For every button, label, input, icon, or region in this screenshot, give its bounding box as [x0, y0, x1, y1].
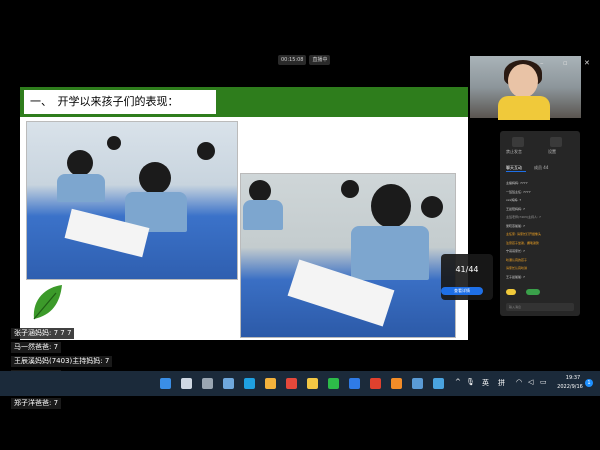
chat-message: 主班老师(7403)主持人: 7 — [506, 215, 541, 219]
chat-message: 主播妈妈: 7777 — [506, 181, 528, 185]
mute-all-icon[interactable] — [512, 137, 524, 147]
participant-name-item: 马一然爸爸: 7 — [11, 342, 62, 353]
chat-message: 主任家: 请家长打开摄像头 — [506, 232, 541, 236]
taskbar: ^ 🎙 英 拼 ◠ ◁ ▭ 19:37 2022/9/16 — [0, 371, 600, 396]
chevron-up-icon[interactable]: ^ — [455, 378, 461, 386]
student-head — [107, 136, 121, 150]
close-icon[interactable]: ✕ — [584, 59, 590, 67]
settings-icon[interactable] — [550, 137, 562, 147]
microphone-icon[interactable]: 🎙 — [466, 378, 475, 386]
like-icon[interactable] — [526, 289, 540, 295]
chat-message: 王晨阳妈妈: 7 — [506, 206, 525, 211]
search-icon[interactable] — [181, 378, 192, 389]
presenter-body — [498, 96, 550, 120]
leaf-icon — [33, 285, 62, 320]
ime-pinyin[interactable]: 拼 — [498, 378, 505, 388]
chat-message: 请家长认真听讲 — [506, 266, 528, 270]
student-shirt — [57, 174, 105, 202]
chat-message: xxx妈妈: 7 — [506, 198, 522, 202]
student-head — [67, 150, 93, 176]
clock-time[interactable]: 19:37 — [561, 375, 585, 381]
page-counter: 41/44 — [455, 265, 479, 274]
student-head — [371, 184, 411, 228]
chat-message: 宁哥哥家长: 7 — [506, 249, 525, 253]
student-head — [249, 180, 271, 202]
slide-header-band: 一、 开学以来孩子们的表现： — [20, 87, 468, 117]
app-icon[interactable] — [391, 378, 402, 389]
files-icon[interactable] — [307, 378, 318, 389]
battery-icon[interactable]: ▭ — [540, 378, 547, 386]
mute-all-label[interactable]: 禁止发言 — [506, 149, 522, 155]
widgets-icon[interactable] — [223, 378, 234, 389]
tab-members[interactable]: 成员 44 — [534, 165, 548, 171]
maximize-icon[interactable]: ▫ — [563, 59, 568, 67]
edge-icon[interactable] — [244, 378, 255, 389]
tencent-meeting-icon[interactable] — [349, 378, 360, 389]
chat-message: 一班班主任: 7777 — [506, 189, 531, 194]
start-icon[interactable] — [160, 378, 171, 389]
app2-icon[interactable] — [412, 378, 423, 389]
clock-date[interactable]: 2022/9/16 — [555, 384, 585, 390]
active-tab-indicator — [506, 171, 526, 172]
recording-status-bar: 00:15:08 直播中 — [278, 55, 331, 65]
participant-name-item: 郑子洋爸爸: 7 — [11, 398, 62, 409]
chrome-icon[interactable] — [286, 378, 297, 389]
chat-message: 听课认真的孩子 — [506, 257, 528, 262]
student-head — [139, 162, 171, 194]
student-shirt — [351, 226, 429, 280]
participant-name-item: 王辰溪妈妈(7403)主持妈妈: 7 — [11, 356, 113, 367]
wifi-icon[interactable]: ◠ — [516, 378, 522, 386]
recording-time: 00:15:08 — [278, 55, 307, 65]
student-head — [341, 180, 359, 198]
chat-input[interactable]: 输入消息 — [506, 303, 574, 311]
store-icon[interactable] — [265, 378, 276, 389]
view-details-button[interactable]: 查看详情 — [441, 287, 483, 295]
student-shirt — [243, 200, 283, 230]
settings-label[interactable]: 设置 — [548, 149, 556, 155]
student-head — [197, 142, 215, 160]
student-head — [421, 196, 443, 218]
taskview-icon[interactable] — [202, 378, 213, 389]
live-status: 直播中 — [309, 55, 331, 65]
ime-mode[interactable]: 英 — [482, 378, 489, 388]
presenter-face — [508, 64, 538, 98]
classroom-photo-1 — [26, 121, 238, 280]
chat-message: 王子晨爸爸: 7 — [506, 274, 525, 279]
classroom-photo-2 — [240, 173, 456, 338]
minimize-icon[interactable]: – — [540, 59, 544, 67]
chat-panel: 禁止发言 设置 聊天互动 成员 44 主播妈妈: 7777 一班班主任: 7777… — [500, 131, 580, 316]
wps-icon[interactable] — [370, 378, 381, 389]
wechat-icon[interactable] — [328, 378, 339, 389]
volume-icon[interactable]: ◁ — [528, 378, 533, 386]
notification-badge[interactable]: 1 — [585, 379, 593, 387]
app3-icon[interactable] — [433, 378, 444, 389]
chat-message: 吴晓燕爸爸: 7 — [506, 223, 525, 228]
shared-slide: 一、 开学以来孩子们的表现： — [20, 87, 468, 340]
participant-name-item: 张子涵妈妈: 7 7 7 — [11, 328, 75, 339]
chat-message: 注意孩子坐姿，握笔姿势 — [506, 240, 540, 245]
emoji-icon[interactable] — [506, 289, 516, 295]
slide-page-panel[interactable]: 41/44 查看详情 — [441, 254, 493, 300]
slide-title: 一、 开学以来孩子们的表现： — [24, 90, 216, 114]
